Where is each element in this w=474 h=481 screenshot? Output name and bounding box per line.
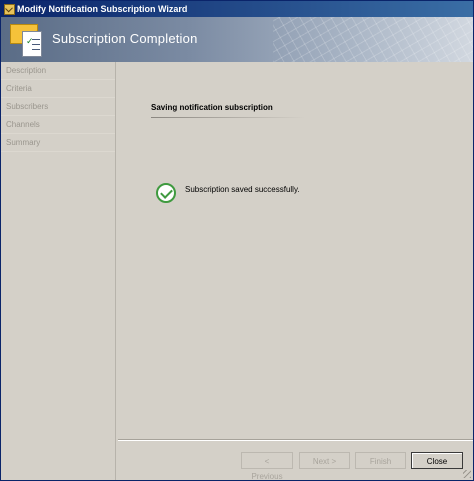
nav-step-subscribers: Subscribers: [1, 98, 115, 116]
finish-button[interactable]: Finish: [355, 452, 406, 469]
footer-divider: [118, 439, 473, 440]
nav-step-description: Description: [1, 62, 115, 80]
page-title: Subscription Completion: [52, 31, 198, 46]
nav-step-criteria: Criteria: [1, 80, 115, 98]
window-title: Modify Notification Subscription Wizard: [17, 4, 188, 14]
header-banner: ✓ Subscription Completion: [1, 17, 473, 62]
main-content: Saving notification subscription Subscri…: [118, 62, 473, 439]
close-button[interactable]: Close: [411, 452, 463, 469]
banner-pattern: [273, 17, 473, 62]
next-button[interactable]: Next >: [299, 452, 350, 469]
wizard-window: Modify Notification Subscription Wizard …: [0, 0, 474, 481]
section-divider: [151, 117, 305, 118]
section-heading: Saving notification subscription: [151, 103, 273, 112]
envelope-document-icon: ✓: [10, 22, 44, 58]
wizard-steps-nav: Description Criteria Subscribers Channel…: [1, 62, 116, 480]
status-message: Subscription saved successfully.: [185, 185, 300, 194]
wizard-app-icon: [4, 3, 15, 15]
title-bar[interactable]: Modify Notification Subscription Wizard: [1, 1, 473, 17]
previous-button[interactable]: < Previous: [241, 452, 293, 480]
nav-step-summary: Summary: [1, 134, 115, 152]
resize-grip[interactable]: [463, 470, 471, 478]
nav-step-channels: Channels: [1, 116, 115, 134]
success-check-icon: [156, 183, 176, 203]
